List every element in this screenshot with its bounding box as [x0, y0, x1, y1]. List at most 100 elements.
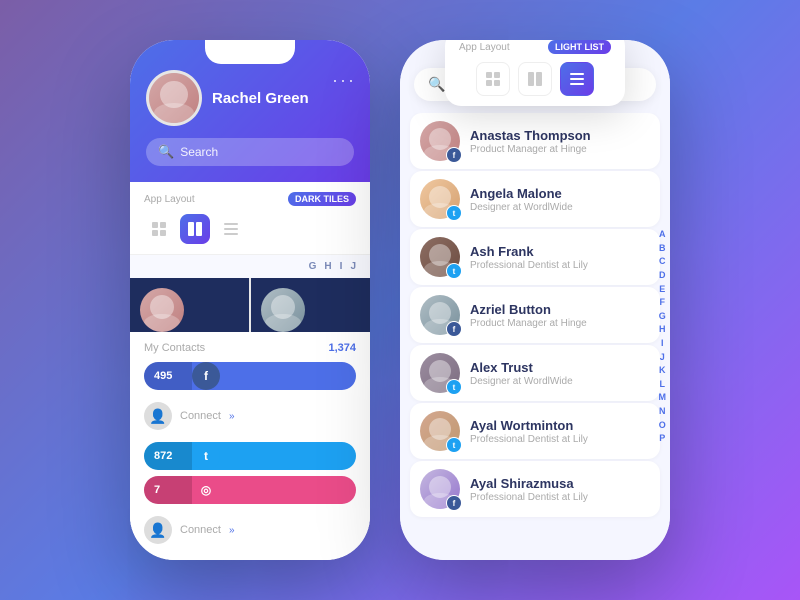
alpha-P[interactable]: P — [659, 432, 667, 445]
connect-row-2: 👤 Connect » — [144, 510, 356, 550]
contact-avatar-wrap: f — [420, 469, 460, 509]
social-badge-tw: t — [446, 437, 462, 453]
search-icon: 🔍 — [158, 144, 174, 160]
twitter-icon: t — [192, 442, 220, 470]
alpha-A[interactable]: A — [659, 228, 667, 241]
social-badge-tw: t — [446, 379, 462, 395]
contact-info: Anastas Thompson Product Manager at Hing… — [470, 128, 650, 155]
contact-ayal-s[interactable]: f Ayal Shirazmusa Professional Dentist a… — [410, 461, 660, 517]
right-phone: App Layout LIGHT LIST 🔍 Searc — [400, 40, 670, 560]
contact-name: Azriel Button — [470, 302, 650, 317]
connect-row: 👤 Connect » — [144, 396, 356, 436]
contact-sub: Professional Dentist at Lily — [470, 434, 650, 445]
contacts-panel: My Contacts 1,374 495 f 👤 Connect » 872 — [130, 332, 370, 560]
alphabet-sidebar: A B C D E F G H I J K L M N O P — [659, 113, 667, 560]
social-badge-fb: f — [446, 147, 462, 163]
popup-layout-badge: LIGHT LIST — [548, 40, 611, 54]
contact-info: Ayal Shirazmusa Professional Dentist at … — [470, 476, 650, 503]
popup-grid2-button[interactable] — [518, 62, 552, 96]
alpha-K[interactable]: K — [659, 364, 667, 377]
social-badge-fb: f — [446, 495, 462, 511]
contact-sub: Designer at WordlWide — [470, 376, 650, 387]
layout-badge: DARK TILES — [288, 192, 356, 206]
contact-sub: Product Manager at Hinge — [470, 318, 650, 329]
search-bar-left[interactable]: 🔍 Search — [146, 138, 354, 166]
alpha-H[interactable]: H — [659, 323, 667, 336]
alpha-L[interactable]: L — [659, 378, 667, 391]
left-phone: Rachel Green ··· 🔍 Search App Layout DAR… — [130, 40, 370, 560]
alpha-H[interactable]: H — [324, 261, 331, 272]
contact-azriel[interactable]: f Azriel Button Product Manager at Hinge — [410, 287, 660, 343]
layout-label: App Layout — [144, 194, 195, 205]
contact-sub: Designer at WordlWide — [470, 202, 650, 213]
popup-layout-label: App Layout — [459, 42, 510, 53]
connect-link-2[interactable]: » — [229, 525, 235, 536]
alpha-F[interactable]: F — [659, 296, 667, 309]
connect-link[interactable]: » — [229, 411, 235, 422]
search-icon-right: 🔍 — [428, 76, 445, 93]
tw-count: 872 — [144, 442, 192, 470]
social-badge-tw: t — [446, 263, 462, 279]
alpha-C[interactable]: C — [659, 255, 667, 268]
contact-name: Anastas Thompson — [470, 128, 650, 143]
alpha-G[interactable]: G — [659, 310, 667, 323]
connect-text-2: Connect — [180, 524, 221, 536]
contact-name: Ayal Wortminton — [470, 418, 650, 433]
more-options-icon[interactable]: ··· — [332, 70, 356, 91]
contact-avatar-wrap: t — [420, 353, 460, 393]
my-contacts-label: My Contacts — [144, 342, 205, 354]
layout-grid2-button[interactable] — [180, 214, 210, 244]
alpha-N[interactable]: N — [659, 405, 667, 418]
contact-angela[interactable]: t Angela Malone Designer at WordlWide — [410, 171, 660, 227]
contact-avatar-wrap: t — [420, 411, 460, 451]
my-contacts-count: 1,374 — [328, 342, 356, 354]
facebook-row[interactable]: 495 f — [144, 362, 356, 390]
contact-sub: Professional Dentist at Lily — [470, 260, 650, 271]
popup-grid4-button[interactable] — [476, 62, 510, 96]
contact-ash[interactable]: t Ash Frank Professional Dentist at Lily — [410, 229, 660, 285]
contact-name: Ayal Shirazmusa — [470, 476, 650, 491]
contact-info: Ash Frank Professional Dentist at Lily — [470, 244, 650, 271]
contact-name: Angela Malone — [470, 186, 650, 201]
contact-sub: Product Manager at Hinge — [470, 144, 650, 155]
contact-info: Angela Malone Designer at WordlWide — [470, 186, 650, 213]
contact-anastas[interactable]: f Anastas Thompson Product Manager at Hi… — [410, 113, 660, 169]
contact-avatar-wrap: t — [420, 179, 460, 219]
contact-info: Azriel Button Product Manager at Hinge — [470, 302, 650, 329]
search-label: Search — [180, 145, 218, 159]
layout-list-button[interactable] — [216, 214, 246, 244]
dribbble-row[interactable]: 7 ◎ — [144, 476, 356, 504]
facebook-icon: f — [192, 362, 220, 390]
connect-avatar-2: 👤 — [144, 516, 172, 544]
dr-count: 7 — [144, 476, 192, 504]
contact-tiles: Anastas Thomp... Product Manager a...San… — [130, 278, 370, 332]
social-badge-tw: t — [446, 205, 462, 221]
contact-sub: Professional Dentist at Lily — [470, 492, 650, 503]
contact-avatar-wrap: t — [420, 237, 460, 277]
contact-avatar-wrap: f — [420, 295, 460, 335]
contact-alex[interactable]: t Alex Trust Designer at WordlWide — [410, 345, 660, 401]
alpha-M[interactable]: M — [659, 391, 667, 404]
avatar[interactable] — [146, 70, 202, 126]
alpha-E[interactable]: E — [659, 283, 667, 296]
layout-popup: App Layout LIGHT LIST — [445, 40, 625, 106]
alpha-J[interactable]: J — [350, 261, 356, 272]
alpha-O[interactable]: O — [659, 419, 667, 432]
alpha-B[interactable]: B — [659, 242, 667, 255]
alphabet-row: G H I J — [130, 255, 370, 278]
alpha-I[interactable]: I — [340, 261, 343, 272]
alpha-J[interactable]: J — [659, 351, 667, 364]
tile-azriel[interactable]: Azriel Button Designer LinkedInSan Franc… — [251, 278, 370, 332]
alpha-D[interactable]: D — [659, 269, 667, 282]
alpha-I[interactable]: I — [659, 337, 667, 350]
popup-list-button[interactable] — [560, 62, 594, 96]
social-badge-fb: f — [446, 321, 462, 337]
alpha-G[interactable]: G — [309, 261, 317, 272]
user-name: Rachel Green — [212, 90, 309, 107]
contact-info: Ayal Wortminton Professional Dentist at … — [470, 418, 650, 445]
tile-anastas[interactable]: Anastas Thomp... Product Manager a...San… — [130, 278, 249, 332]
layout-grid4-button[interactable] — [144, 214, 174, 244]
contact-ayal-w[interactable]: t Ayal Wortminton Professional Dentist a… — [410, 403, 660, 459]
twitter-row[interactable]: 872 t — [144, 442, 356, 470]
dribbble-icon: ◎ — [192, 476, 220, 504]
